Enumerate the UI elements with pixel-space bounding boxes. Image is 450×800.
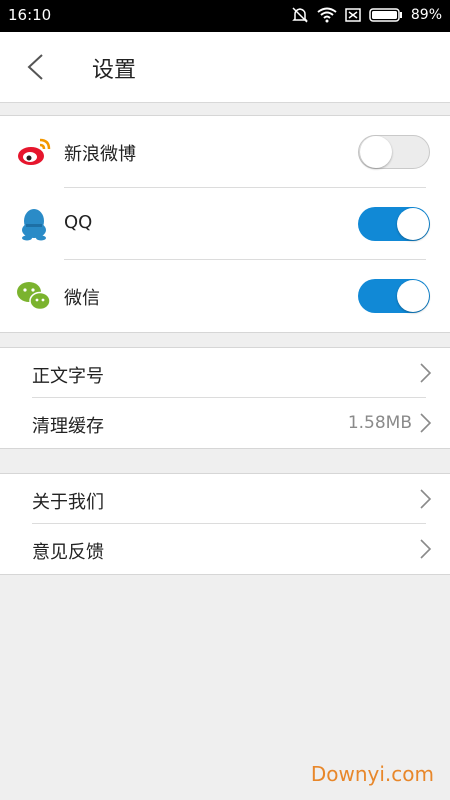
clear-cache-label: 清理缓存: [32, 416, 104, 437]
qq-toggle[interactable]: [358, 207, 430, 241]
weibo-toggle[interactable]: [358, 135, 430, 169]
app-header: 设置: [0, 32, 450, 103]
chevron-right-icon: [420, 489, 432, 509]
weibo-icon: [18, 138, 51, 165]
about-row-about-us[interactable]: 关于我们: [0, 474, 450, 524]
battery-percent: 89%: [410, 7, 442, 23]
wechat-icon: [17, 282, 51, 311]
social-row-wechat: 微信: [0, 260, 450, 332]
status-bar: 16:10 89%: [0, 0, 450, 32]
about-us-label: 关于我们: [32, 492, 104, 513]
status-icons: 89%: [291, 6, 442, 24]
watermark: Downyi.com: [310, 762, 434, 786]
settings-row-font-size[interactable]: 正文字号: [0, 348, 450, 398]
cache-size-value: 1.58MB: [347, 413, 412, 433]
about-row-feedback[interactable]: 意见反馈: [0, 524, 450, 574]
social-row-qq: QQ: [0, 188, 450, 260]
status-time: 16:10: [8, 6, 52, 24]
social-label-wechat: 微信: [64, 288, 100, 309]
chevron-right-icon: [420, 413, 432, 433]
display-settings-group: 正文字号 清理缓存 1.58MB: [0, 347, 450, 449]
chevron-right-icon: [420, 539, 432, 559]
settings-row-clear-cache[interactable]: 清理缓存 1.58MB: [0, 398, 450, 448]
page-title: 设置: [92, 58, 137, 83]
mute-icon: [292, 7, 308, 23]
wechat-toggle[interactable]: [358, 279, 430, 313]
wifi-icon: [317, 7, 337, 23]
social-accounts-group: 新浪微博 QQ 微信: [0, 115, 450, 333]
qq-icon: [22, 209, 46, 241]
back-arrow-icon[interactable]: [24, 52, 46, 82]
about-group: 关于我们 意见反馈: [0, 473, 450, 575]
social-label-qq: QQ: [64, 212, 93, 233]
social-label-weibo: 新浪微博: [64, 144, 136, 165]
chevron-right-icon: [420, 363, 432, 383]
no-sim-icon: [345, 8, 361, 22]
toggle-knob: [397, 208, 429, 240]
font-size-label: 正文字号: [32, 366, 104, 387]
toggle-knob: [397, 280, 429, 312]
feedback-label: 意见反馈: [32, 542, 104, 563]
social-row-weibo: 新浪微博: [0, 116, 450, 188]
toggle-knob: [360, 136, 392, 168]
battery-icon: [369, 8, 402, 22]
